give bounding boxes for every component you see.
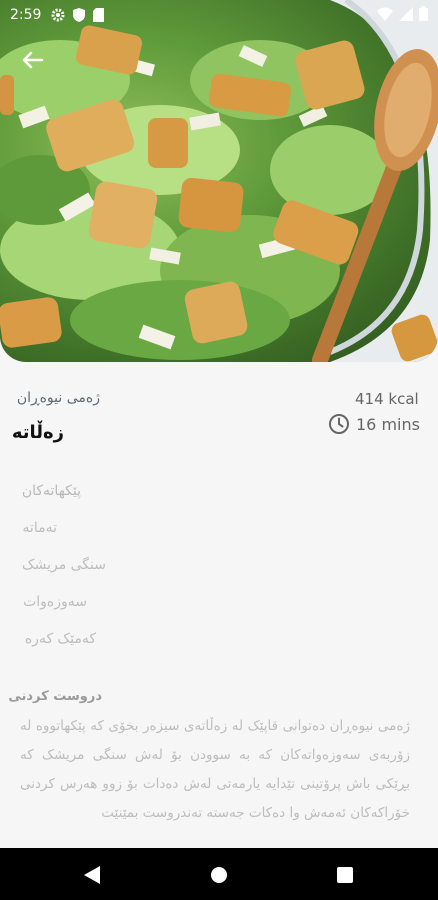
recipe-calories: 414 kcal <box>355 390 419 408</box>
back-triangle-icon[interactable] <box>84 866 100 884</box>
status-bar: 2:59 <box>0 0 438 30</box>
ingredient-item: کەمێک کەرە <box>24 631 96 647</box>
cellular-icon <box>399 6 413 21</box>
home-circle-icon[interactable] <box>211 867 227 883</box>
gear-icon <box>51 8 65 22</box>
method-title: دروست کردنی <box>8 689 102 704</box>
ingredient-item: سنگی مریشک <box>22 557 106 573</box>
back-button[interactable] <box>16 44 48 76</box>
status-time: 2:59 <box>10 7 42 23</box>
duration-text: 16 mins <box>356 414 420 434</box>
recipe-hero-image <box>0 0 438 362</box>
shield-icon <box>73 8 86 22</box>
recipe-title: زەڵاتە <box>11 422 64 443</box>
recipe-duration: 16 mins <box>328 413 420 435</box>
ingredient-item: تەماتە <box>22 520 57 536</box>
arrow-left-icon <box>22 51 44 69</box>
sd-card-icon <box>93 8 105 22</box>
recents-square-icon[interactable] <box>337 867 353 883</box>
ingredients-title: پێکهاتەکان <box>21 483 81 499</box>
method-text: ژەمی نیوەڕان دەتوانی قاپێک لە زەڵاتەی سی… <box>20 718 410 821</box>
recipe-category: ژەمی نیوەڕان <box>16 390 100 406</box>
wifi-icon <box>377 7 393 21</box>
salad-illustration <box>0 0 438 362</box>
ingredient-item: سەوزەوات <box>23 594 87 610</box>
clock-icon <box>329 414 349 434</box>
battery-icon <box>419 6 428 21</box>
